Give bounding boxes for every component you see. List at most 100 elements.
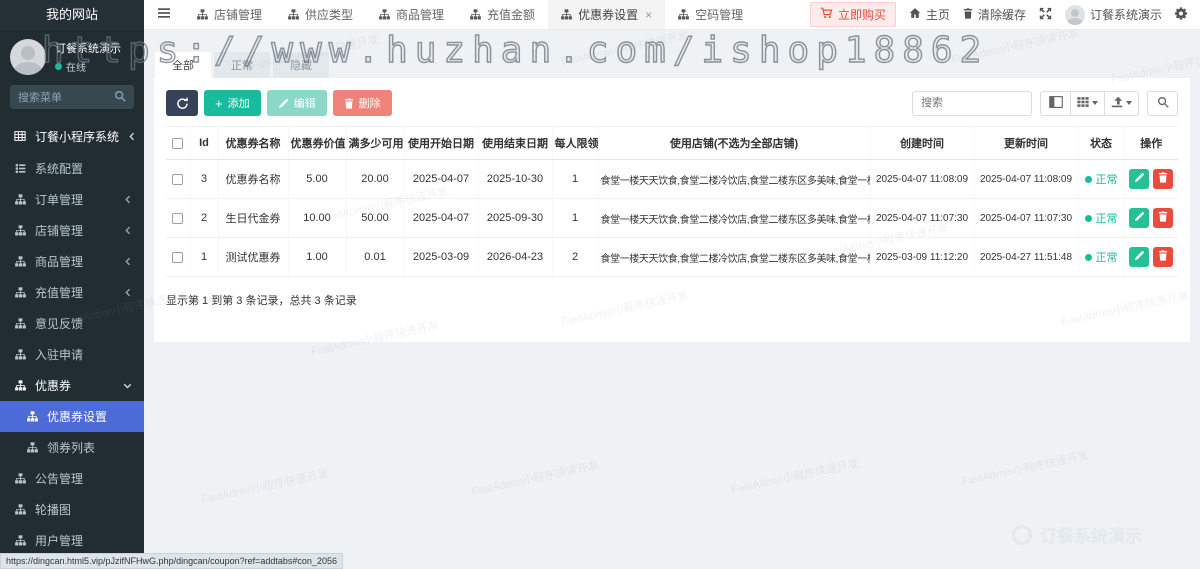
column-header[interactable]: 优惠券价值 [288,126,347,160]
columns-button[interactable] [1071,90,1105,116]
sidebar-item[interactable]: 充值管理 [0,277,144,308]
topnav-tab[interactable]: 商品管理 [366,0,457,29]
sidebar-item[interactable]: 系统配置 [0,153,144,184]
column-header[interactable]: 操作 [1124,126,1178,160]
topnav-tab[interactable]: 充值金额 [457,0,548,29]
row-checkbox[interactable] [172,251,184,263]
row-checkbox[interactable] [172,212,184,224]
sidebar-item-root[interactable]: 订餐小程序系统 [0,119,144,153]
sidebar-item[interactable]: 轮播图 [0,494,144,525]
filter-tab[interactable]: 全部 [155,52,211,78]
sidebar-item[interactable]: 优惠券 [0,370,144,401]
select-all-checkbox[interactable] [172,137,184,149]
table-search-input[interactable] [912,90,1032,116]
sitemap-icon [14,318,26,329]
sidebar-search-input[interactable]: 搜索菜单 [10,85,134,109]
topnav-tab-label: 空码管理 [695,8,744,22]
home-link[interactable]: 主页 [909,6,950,23]
home-label: 主页 [925,8,950,22]
table-row[interactable]: 3 优惠券名称 5.00 20.00 2025-04-07 2025-10-30 1 食堂一楼… [166,159,1178,199]
column-header[interactable]: 使用店铺(不选为全部店铺) [598,126,871,160]
trash-icon [1158,172,1168,186]
cell-limit: 1 [552,159,599,199]
select-all-header[interactable] [166,126,191,160]
sidebar-item[interactable]: 用户管理 [0,525,144,556]
settings-button[interactable] [1174,6,1188,23]
sidebar-subitem[interactable]: 优惠券设置 [0,401,144,432]
search-icon [114,90,126,105]
record-summary: 显示第 1 到第 3 条记录，总共 3 条记录 [166,295,357,307]
table-row[interactable]: 1 测试优惠券 1.00 0.01 2025-03-09 2026-04-23 2 食堂一楼天… [166,237,1178,277]
column-header[interactable]: 创建时间 [870,126,975,160]
row-edit-button[interactable] [1129,208,1150,228]
row-delete-button[interactable] [1153,247,1174,267]
topnav-tab-label: 充值金额 [487,8,536,22]
filter-tab[interactable]: 正常 [214,52,270,78]
coupon-panel: + 添加 编辑 删除 搜索 Id 优惠券名称 优惠券价值 满多少可用 使用开始日… [154,78,1190,342]
avatar [1064,4,1085,25]
sidebar-item[interactable]: 公告管理 [0,463,144,494]
sidebar-item[interactable]: 店铺管理 [0,215,144,246]
column-header[interactable]: 更新时间 [974,126,1079,160]
topnav-tab[interactable]: 空码管理 [665,0,756,29]
export-button[interactable] [1105,90,1139,116]
add-button[interactable]: + 添加 [204,90,261,116]
user-status-label: 在线 [66,63,86,74]
sidebar-subitem[interactable]: 领券列表 [0,432,144,463]
sidebar-item[interactable]: 意见反馈 [0,308,144,339]
sidebar-search-placeholder: 搜索菜单 [18,92,62,104]
columns-icon [1077,96,1089,111]
user-menu[interactable]: 订餐系统演示 [1064,4,1162,25]
chevron-left-icon [124,288,132,297]
user-status: 在线 [55,59,121,74]
filter-tab[interactable]: 隐藏 [273,52,329,78]
column-header[interactable]: 使用结束日期 [478,126,553,160]
menu-toggle-button[interactable] [144,0,184,29]
bars-icon [157,7,171,22]
sidebar-item-label: 公告管理 [35,472,84,486]
table-row[interactable]: 2 生日代金券 10.00 50.00 2025-04-07 2025-09-30 1 食堂一… [166,198,1178,238]
cell-created: 2025-04-07 11:08:09 [870,159,975,199]
cell-updated: 2025-04-07 11:07:30 [974,198,1079,238]
row-edit-button[interactable] [1129,247,1150,267]
site-logo[interactable]: 我的网站 [0,0,144,30]
cell-min: 0.01 [346,237,405,277]
top-navbar: 店铺管理 供应类型 商品管理 充值金额 优惠券设置 × 空码管理 立即购买 主页 清除缓存 … [144,0,1200,30]
export-icon [1111,96,1123,111]
cell-operations [1124,198,1178,238]
edit-button[interactable]: 编辑 [266,90,327,116]
row-checkbox[interactable] [172,173,184,185]
trash-icon [1158,211,1168,225]
online-dot-icon [55,63,62,70]
topnav-tab[interactable]: 店铺管理 [184,0,275,29]
trash-icon [1158,250,1168,264]
column-header[interactable]: 使用开始日期 [404,126,479,160]
search-button[interactable] [1147,90,1178,116]
cell-select [166,159,191,199]
status-bar-url: https://dingcan.html5.vip/pJzifNFHwG.php… [0,553,343,569]
column-header[interactable]: 优惠券名称 [218,126,289,160]
column-header[interactable]: 满多少可用 [346,126,405,160]
toggle-view-button[interactable] [1040,90,1071,116]
buy-now-button[interactable]: 立即购买 [809,2,896,27]
column-header[interactable]: 每人限领 [552,126,599,160]
topnav-tab[interactable]: 供应类型 [275,0,366,29]
delete-button[interactable]: 删除 [332,90,392,116]
fullscreen-button[interactable] [1039,7,1052,23]
row-delete-button[interactable] [1153,208,1174,228]
clear-cache-link[interactable]: 清除缓存 [963,6,1026,23]
sidebar-item[interactable]: 入驻申请 [0,339,144,370]
topnav-tab[interactable]: 优惠券设置 × [548,0,666,29]
row-delete-button[interactable] [1153,169,1174,189]
cell-end-date: 2025-10-30 [478,159,553,199]
refresh-button[interactable] [166,90,198,116]
sidebar-item[interactable]: 商品管理 [0,246,144,277]
row-edit-button[interactable] [1129,169,1150,189]
sidebar-item[interactable]: 订单管理 [0,184,144,215]
column-header[interactable]: 状态 [1078,126,1125,160]
column-header[interactable]: Id [190,126,219,160]
delete-button-label: 删除 [358,98,381,110]
pencil-icon [1134,211,1145,225]
sitemap-icon [14,473,26,484]
close-icon[interactable]: × [645,8,652,22]
